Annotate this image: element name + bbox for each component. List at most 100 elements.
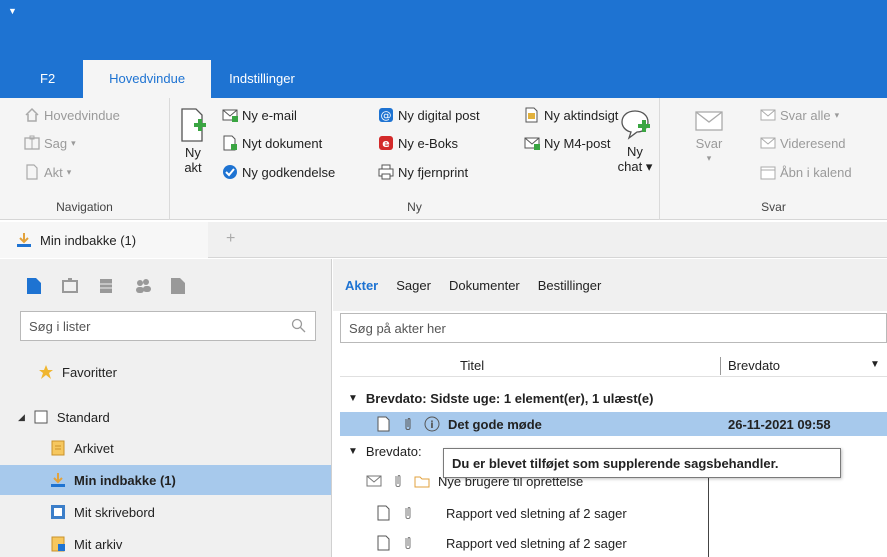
list-icon[interactable] bbox=[98, 277, 114, 293]
new-digital-post-button[interactable]: @ Ny digital post bbox=[378, 107, 480, 123]
reply-all-icon bbox=[760, 107, 776, 123]
document-icon bbox=[24, 164, 40, 180]
sidebar-item-arkivet[interactable]: Arkivet bbox=[0, 433, 331, 463]
nav-hovedvindue-button[interactable]: Hovedvindue bbox=[24, 107, 120, 123]
navigation-group-label: Navigation bbox=[56, 200, 113, 214]
selected-row-date: 26-11-2021 09:58 bbox=[728, 416, 831, 432]
act-search-placeholder: Søg på akter her bbox=[349, 320, 446, 336]
email-icon bbox=[366, 473, 382, 489]
svg-text:i: i bbox=[430, 420, 433, 431]
tab-min-indbakke[interactable]: Min indbakke (1) bbox=[0, 222, 208, 258]
nav-akt-button[interactable]: Akt ▾ bbox=[24, 164, 71, 180]
reply-all-button[interactable]: Svar alle ▾ bbox=[760, 107, 839, 123]
group-header-2-label: Brevdato: bbox=[365, 443, 422, 459]
add-tab-button[interactable]: + bbox=[226, 230, 235, 248]
standard-folder[interactable]: ◢ Standard bbox=[0, 402, 331, 432]
row-title: Rapport ved sletning af 2 sager bbox=[446, 505, 627, 521]
my-archive-icon bbox=[50, 536, 66, 552]
title-bar: ▼ F2 Hovedvindue Indstillinger bbox=[0, 0, 887, 98]
sort-dropdown-icon[interactable]: ▼ bbox=[870, 359, 880, 370]
doc-tab-label: Min indbakke (1) bbox=[40, 232, 137, 248]
info-tooltip: Du er blevet tilføjet som supplerende sa… bbox=[443, 448, 841, 478]
document-icon bbox=[376, 535, 392, 551]
forward-button[interactable]: Videresend bbox=[760, 135, 846, 151]
new-eboks-button[interactable]: e Ny e-Boks bbox=[378, 135, 458, 151]
tab-f2[interactable]: F2 bbox=[0, 60, 83, 98]
sidebar-item-min-indbakke[interactable]: Min indbakke (1) bbox=[0, 465, 331, 495]
document-list-icon[interactable] bbox=[26, 277, 42, 294]
tab-hovedvindue[interactable]: Hovedvindue bbox=[83, 60, 212, 98]
table-row-selected[interactable]: i Det gode møde 26-11-2021 09:58 bbox=[340, 412, 887, 436]
people-icon[interactable] bbox=[134, 277, 151, 293]
home-icon bbox=[24, 107, 40, 123]
sidebar-item-mit-skrivebord[interactable]: Mit skrivebord bbox=[0, 497, 331, 527]
column-header-date[interactable]: Brevdato bbox=[728, 358, 780, 373]
new-remote-print-label: Ny fjernprint bbox=[398, 164, 469, 180]
svg-text:e: e bbox=[382, 137, 389, 150]
eboks-icon: e bbox=[378, 135, 394, 151]
tab-akter[interactable]: Akter bbox=[345, 278, 378, 293]
new-approval-label: Ny godkendelse bbox=[242, 164, 336, 180]
tab-dokumenter[interactable]: Dokumenter bbox=[449, 278, 520, 293]
nav-sag-button[interactable]: Sag ▾ bbox=[24, 135, 76, 151]
act-search-input[interactable]: Søg på akter her bbox=[340, 313, 887, 343]
reply-button[interactable]: Svar ▾ bbox=[694, 108, 724, 166]
reply-label: Svar bbox=[695, 136, 723, 151]
column-divider[interactable] bbox=[720, 357, 721, 375]
folder-outline-icon bbox=[33, 409, 49, 425]
list-search-input[interactable]: Søg i lister bbox=[20, 311, 316, 341]
sidebar-item-mit-arkiv[interactable]: Mit arkiv bbox=[0, 529, 331, 557]
favorites-item[interactable]: Favoritter bbox=[0, 357, 331, 387]
new-m4-post-button[interactable]: Ny M4-post bbox=[524, 135, 610, 151]
quick-access-dropdown-icon[interactable]: ▼ bbox=[8, 6, 17, 16]
column-resize-line bbox=[708, 478, 709, 557]
group-collapse-icon-2[interactable]: ▼ bbox=[348, 446, 358, 457]
search-icon[interactable] bbox=[291, 318, 307, 337]
new-document-label: Nyt dokument bbox=[242, 135, 323, 151]
new-m4-post-label: Ny M4-post bbox=[544, 135, 611, 151]
ribbon-group-svar: Svar ▾ Svar alle ▾ Videresend Åbn i kalen… bbox=[660, 98, 887, 220]
info-icon[interactable]: i bbox=[424, 416, 440, 432]
new-chat-label-2: chat ▾ bbox=[617, 159, 653, 174]
access-request-icon bbox=[524, 107, 540, 123]
group-header-last-week[interactable]: ▼ Brevdato: Sidste uge: 1 element(er), 1… bbox=[340, 386, 887, 410]
new-access-request-button[interactable]: Ny aktindsigt bbox=[524, 107, 618, 123]
collapse-triangle-icon[interactable]: ◢ bbox=[18, 412, 25, 423]
case-list-icon[interactable] bbox=[62, 277, 78, 293]
selected-row-title: Det gode møde bbox=[448, 416, 542, 432]
column-header-title[interactable]: Titel bbox=[460, 358, 484, 373]
ribbon-tabs: F2 Hovedvindue Indstillinger bbox=[0, 60, 313, 98]
new-digital-post-label: Ny digital post bbox=[398, 107, 480, 123]
new-email-label: Ny e-mail bbox=[242, 107, 297, 123]
group-collapse-icon[interactable]: ▼ bbox=[348, 393, 358, 404]
table-row[interactable]: Rapport ved sletning af 2 sager bbox=[340, 501, 887, 525]
inbox-icon bbox=[50, 472, 66, 488]
new-eboks-label: Ny e-Boks bbox=[398, 135, 458, 151]
new-remote-print-button[interactable]: Ny fjernprint bbox=[378, 164, 468, 180]
ny-group-label: Ny bbox=[407, 200, 422, 214]
tab-indstillinger[interactable]: Indstillinger bbox=[211, 60, 313, 98]
star-icon bbox=[38, 364, 54, 380]
new-document-button[interactable]: Nyt dokument bbox=[222, 135, 322, 151]
new-email-button[interactable]: Ny e-mail bbox=[222, 107, 297, 123]
forward-icon bbox=[760, 135, 776, 151]
new-act-button[interactable]: Ny akt bbox=[176, 107, 210, 175]
table-row[interactable]: Rapport ved sletning af 2 sager bbox=[340, 531, 887, 555]
tab-bestillinger[interactable]: Bestillinger bbox=[538, 278, 602, 293]
new-chat-button[interactable]: Ny chat ▾ bbox=[616, 108, 654, 174]
document-icon bbox=[376, 505, 392, 521]
ribbon-group-ny: Ny akt Ny e-mail Nyt dokument Ny godkend… bbox=[170, 98, 660, 220]
new-access-request-label: Ny aktindsigt bbox=[544, 107, 619, 123]
folder-icon bbox=[414, 473, 430, 489]
standard-label: Standard bbox=[56, 409, 110, 425]
forward-label: Videresend bbox=[780, 135, 846, 151]
open-in-calendar-button[interactable]: Åbn i kalend bbox=[760, 164, 852, 180]
attachment-icon bbox=[400, 535, 416, 551]
new-approval-button[interactable]: Ny godkendelse bbox=[222, 164, 335, 180]
open-in-calendar-label: Åbn i kalend bbox=[780, 164, 852, 180]
mit-skrivebord-label: Mit skrivebord bbox=[74, 504, 155, 520]
row-title: Rapport ved sletning af 2 sager bbox=[446, 535, 627, 551]
new-document-icon bbox=[179, 107, 207, 143]
tab-sager[interactable]: Sager bbox=[396, 278, 431, 293]
documents-stack-icon[interactable] bbox=[170, 277, 186, 294]
